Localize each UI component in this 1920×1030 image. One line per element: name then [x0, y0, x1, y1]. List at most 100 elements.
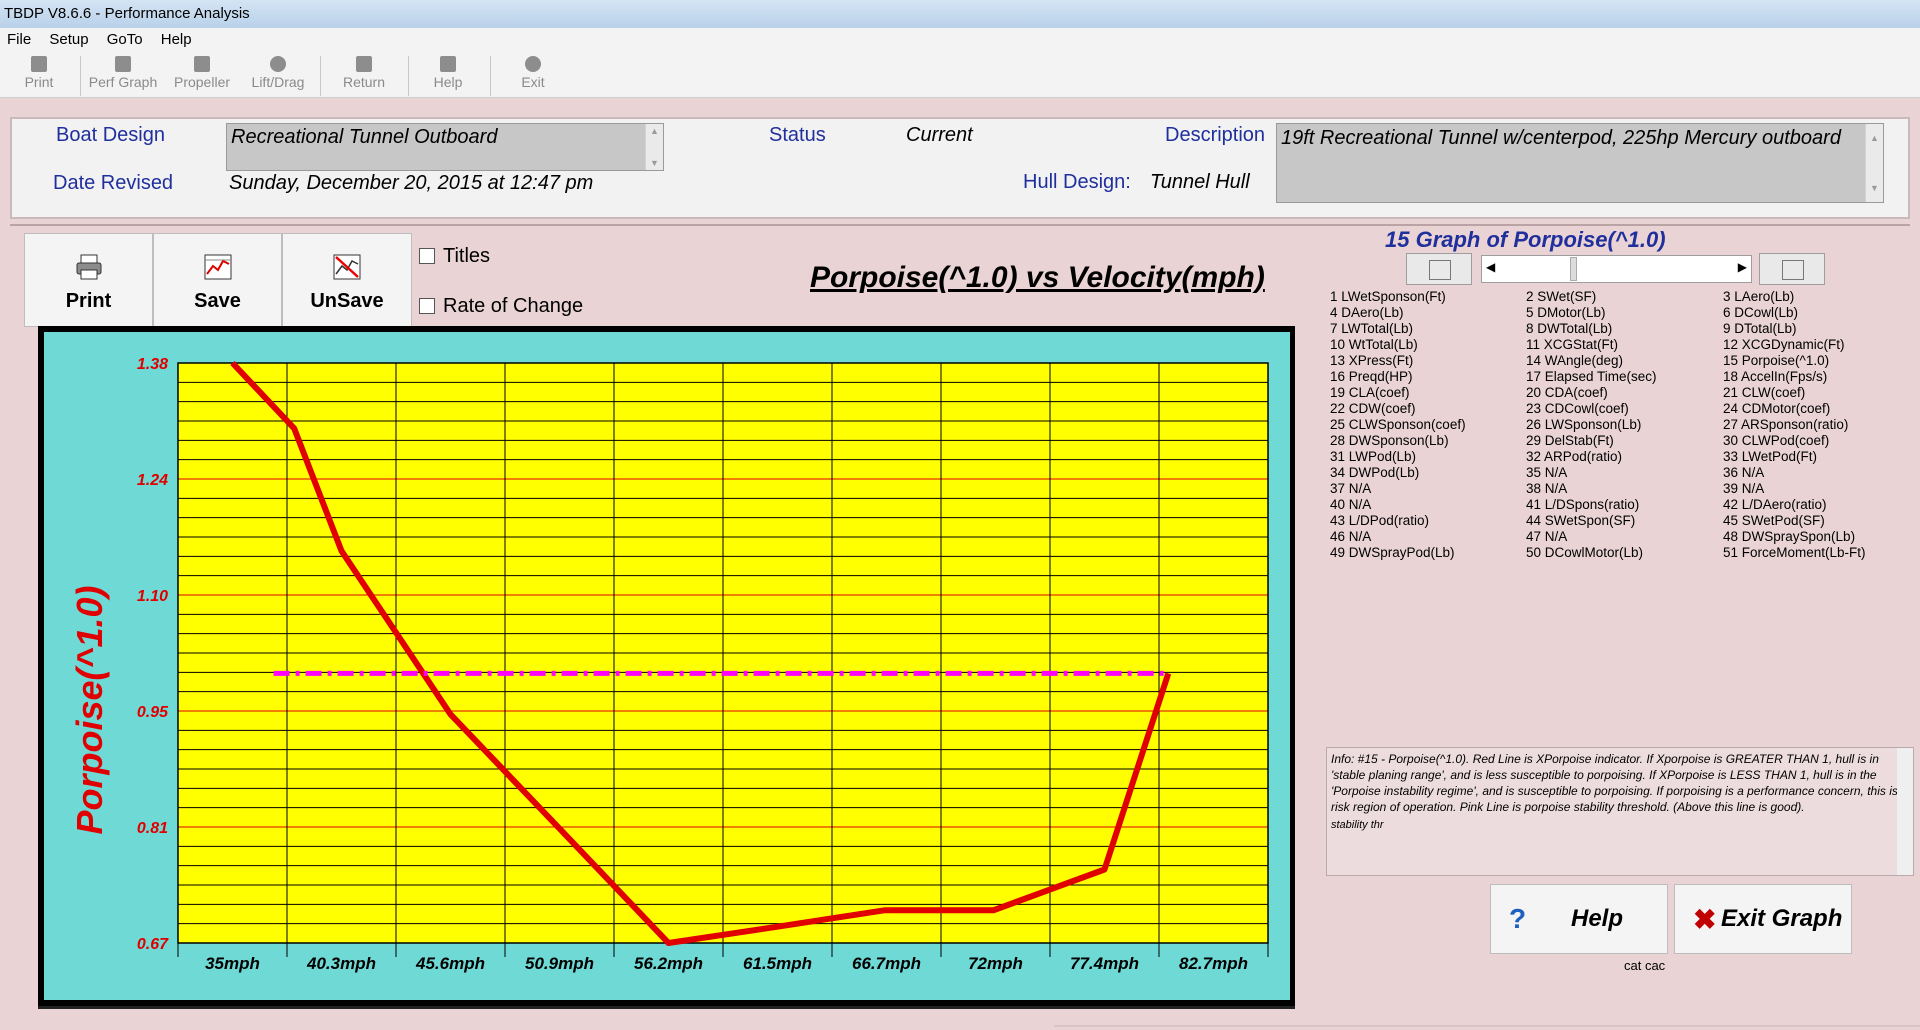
rate-of-change-checkbox[interactable]: Rate of Change — [419, 295, 583, 318]
printer-icon — [76, 254, 101, 280]
description-field[interactable]: 19ft Recreational Tunnel w/centerpod, 22… — [1276, 123, 1884, 203]
graph-list-item[interactable]: 9 DTotal(Lb) — [1723, 321, 1797, 336]
y-tick-label: 0.67 — [137, 936, 169, 953]
scroll-down-icon[interactable]: ▼ — [650, 158, 659, 168]
toolbar-return-button[interactable]: Return — [336, 52, 392, 98]
graph-list-item[interactable]: 30 CLWPod(coef) — [1723, 433, 1829, 448]
scrollbar[interactable]: ▲ ▼ — [1865, 124, 1883, 202]
divider — [1054, 1025, 1920, 1027]
last-graph-button[interactable] — [1759, 253, 1825, 285]
graph-list-item[interactable]: 44 SWetSpon(SF) — [1526, 513, 1635, 528]
graph-list-item[interactable]: 21 CLW(coef) — [1723, 385, 1805, 400]
graph-list-item[interactable]: 45 SWetPod(SF) — [1723, 513, 1825, 528]
graph-list-item[interactable]: 27 ARSponson(ratio) — [1723, 417, 1848, 432]
graph-list-item[interactable]: 20 CDA(coef) — [1526, 385, 1608, 400]
graph-list-item[interactable]: 12 XCGDynamic(Ft) — [1723, 337, 1845, 352]
graph-list-item[interactable]: 41 L/DSpons(ratio) — [1526, 497, 1639, 512]
graph-list-item[interactable]: 17 Elapsed Time(sec) — [1526, 369, 1657, 384]
graph-list-item[interactable]: 40 N/A — [1330, 497, 1371, 512]
graph-slider[interactable]: ◀ ▶ — [1481, 255, 1752, 283]
checkbox-box[interactable] — [419, 248, 435, 264]
info-trail-text: stability thr — [1331, 819, 1384, 831]
boat-design-field[interactable]: Recreational Tunnel Outboard ▲ ▼ — [226, 123, 664, 171]
graph-list-item[interactable]: 32 ARPod(ratio) — [1526, 449, 1622, 464]
scroll-down-icon[interactable]: ▼ — [1870, 176, 1879, 200]
toolbar-propeller-button[interactable]: Propeller — [166, 52, 238, 98]
toolbar-help-button[interactable]: Help — [422, 52, 474, 98]
graph-list-item[interactable]: 33 LWetPod(Ft) — [1723, 449, 1817, 464]
exit-graph-button[interactable]: ✖ Exit Graph — [1674, 884, 1852, 954]
slider-left-icon[interactable]: ◀ — [1486, 260, 1495, 274]
graph-list-item[interactable]: 2 SWet(SF) — [1526, 289, 1596, 304]
graph-list-item[interactable]: 46 N/A — [1330, 529, 1371, 544]
graph-list-item[interactable]: 39 N/A — [1723, 481, 1764, 496]
graph-list-item[interactable]: 34 DWPod(Lb) — [1330, 465, 1419, 480]
graph-list-item[interactable]: 15 Porpoise(^1.0) — [1723, 353, 1829, 368]
print-button[interactable]: Print — [24, 233, 153, 327]
titles-checkbox[interactable]: Titles — [419, 245, 490, 268]
graph-list-item[interactable]: 49 DWSprayPod(Lb) — [1330, 545, 1455, 560]
chart-shadow — [38, 1006, 1295, 1009]
graph-list-item[interactable]: 6 DCowl(Lb) — [1723, 305, 1798, 320]
graph-list-item[interactable]: 38 N/A — [1526, 481, 1567, 496]
toolbar-print-button[interactable]: Print — [14, 52, 64, 98]
graph-list-item[interactable]: 1 LWetSponson(Ft) — [1330, 289, 1446, 304]
graph-list-item[interactable]: 14 WAngle(deg) — [1526, 353, 1623, 368]
checkbox-box[interactable] — [419, 298, 435, 314]
graph-list-item[interactable]: 23 CDCowl(coef) — [1526, 401, 1629, 416]
graph-list-item[interactable]: 7 LWTotal(Lb) — [1330, 321, 1413, 336]
graph-list-item[interactable]: 31 LWPod(Lb) — [1330, 449, 1416, 464]
graph-list-item[interactable]: 16 Preqd(HP) — [1330, 369, 1413, 384]
slider-right-icon[interactable]: ▶ — [1738, 260, 1747, 274]
save-graph-button[interactable]: Save — [153, 233, 282, 327]
scroll-up-icon[interactable]: ▲ — [650, 126, 659, 136]
scrollbar[interactable] — [1897, 748, 1913, 875]
graph-list-item[interactable]: 11 XCGStat(Ft) — [1526, 337, 1618, 352]
help-button[interactable]: ? Help — [1490, 884, 1668, 954]
y-tick-label: 1.38 — [137, 356, 168, 373]
graph-list-item[interactable]: 42 L/DAero(ratio) — [1723, 497, 1827, 512]
graph-list-item[interactable]: 47 N/A — [1526, 529, 1567, 544]
graph-list-item[interactable]: 18 AccelIn(Fps/s) — [1723, 369, 1827, 384]
date-revised-label: Date Revised — [53, 172, 174, 194]
graph-list-item[interactable]: 5 DMotor(Lb) — [1526, 305, 1606, 320]
menu-setup[interactable]: Setup — [42, 28, 95, 52]
graph-list-item[interactable]: 50 DCowlMotor(Lb) — [1526, 545, 1643, 560]
graph-list-item[interactable]: 3 LAero(Lb) — [1723, 289, 1794, 304]
graph-list-item[interactable]: 37 N/A — [1330, 481, 1371, 496]
slider-thumb[interactable] — [1570, 257, 1577, 281]
toolbar-exit-button[interactable]: Exit — [508, 52, 558, 98]
graph-list-item[interactable]: 22 CDW(coef) — [1330, 401, 1416, 416]
chart-title: Porpoise(^1.0) vs Velocity(mph) — [810, 261, 1265, 294]
graph-list-item[interactable]: 25 CLWSponson(coef) — [1330, 417, 1466, 432]
graph-list-item[interactable]: 29 DelStab(Ft) — [1526, 433, 1614, 448]
menu-file[interactable]: File — [0, 28, 38, 52]
scrollbar[interactable]: ▲ ▼ — [645, 124, 663, 170]
graph-list-item[interactable]: 43 L/DPod(ratio) — [1330, 513, 1429, 528]
graph-list-item[interactable]: 35 N/A — [1526, 465, 1567, 480]
graph-list-item[interactable]: 28 DWSponson(Lb) — [1330, 433, 1449, 448]
graph-list-item[interactable]: 19 CLA(coef) — [1330, 385, 1410, 400]
last-icon — [1782, 260, 1804, 280]
graph-list-item[interactable]: 48 DWSpraySpon(Lb) — [1723, 529, 1855, 544]
graph-list-item[interactable]: 4 DAero(Lb) — [1330, 305, 1404, 320]
graph-selector-heading: 15 Graph of Porpoise(^1.0) — [1385, 227, 1666, 252]
toolbar-lift-drag-button[interactable]: Lift/Drag — [244, 52, 312, 98]
help-icon — [440, 56, 456, 72]
graph-list-item[interactable]: 36 N/A — [1723, 465, 1764, 480]
graph-list-item[interactable]: 8 DWTotal(Lb) — [1526, 321, 1612, 336]
graph-list-item[interactable]: 26 LWSponson(Lb) — [1526, 417, 1641, 432]
graph-list-item[interactable]: 13 XPress(Ft) — [1330, 353, 1413, 368]
toolbar-divider — [408, 56, 409, 96]
menu-help[interactable]: Help — [154, 28, 199, 52]
graph-list-item[interactable]: 51 ForceMoment(Lb-Ft) — [1723, 545, 1866, 560]
y-tick-labels: 1.38 1.24 1.10 0.95 0.81 0.67 — [137, 356, 169, 953]
graph-list-item[interactable]: 10 WtTotal(Lb) — [1330, 337, 1418, 352]
info-text: Info: #15 - Porpoise(^1.0). Red Line is … — [1331, 752, 1908, 814]
first-graph-button[interactable] — [1406, 253, 1472, 285]
scroll-up-icon[interactable]: ▲ — [1870, 126, 1879, 150]
menu-goto[interactable]: GoTo — [100, 28, 150, 52]
unsave-graph-button[interactable]: UnSave — [282, 233, 412, 327]
graph-list-item[interactable]: 24 CDMotor(coef) — [1723, 401, 1830, 416]
toolbar-perf-graph-button[interactable]: Perf Graph — [86, 52, 160, 98]
